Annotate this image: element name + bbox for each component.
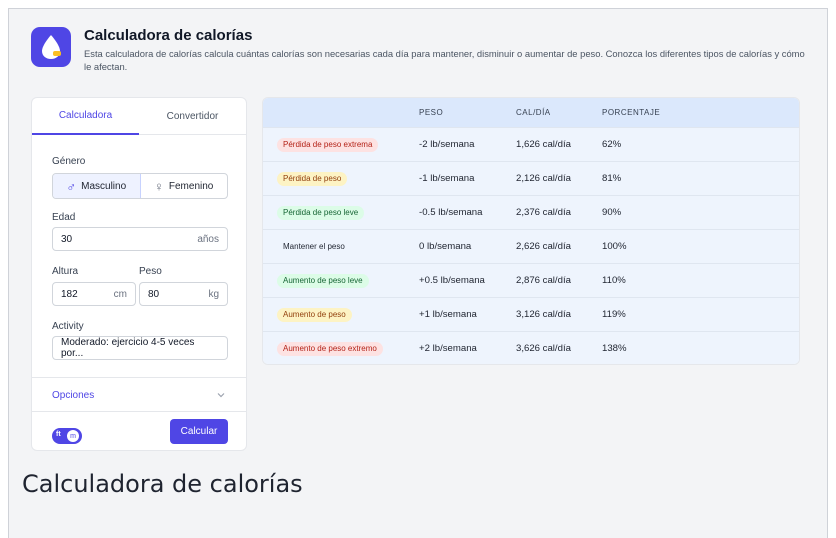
calories-cell: 2,626 cal/día bbox=[516, 241, 571, 252]
app-logo bbox=[31, 27, 71, 67]
table-row: Aumento de peso extremo +2 lb/semana 3,626… bbox=[263, 331, 799, 364]
tab-calculadora[interactable]: Calculadora bbox=[32, 98, 139, 135]
percentage-cell: 81% bbox=[602, 173, 622, 184]
drop-icon bbox=[42, 35, 61, 59]
unit-toggle-m: m bbox=[67, 430, 79, 442]
activity-value: Moderado: ejercicio 4-5 veces por... bbox=[61, 337, 195, 359]
table-row: Pérdida de peso leve -0.5 lb/semana 2,376 … bbox=[263, 195, 799, 229]
calculate-button[interactable]: Calcular bbox=[170, 419, 228, 444]
percentage-cell: 90% bbox=[602, 207, 622, 218]
gender-male-button[interactable]: ♂ Masculino bbox=[53, 174, 141, 198]
column-header-porcentaje: PORCENTAJE bbox=[602, 108, 661, 117]
unit-toggle[interactable]: ft m bbox=[52, 428, 82, 444]
calculator-form-panel: Calculadora Convertidor Género ♂ Masculi… bbox=[31, 97, 247, 451]
height-label: Altura bbox=[52, 266, 79, 277]
page-description: Esta calculadora de calorías calcula cuá… bbox=[84, 48, 805, 72]
height-unit: cm bbox=[113, 288, 127, 300]
table-header: PESO CAL/DÍA PORCENTAJE bbox=[263, 98, 799, 127]
weight-cell: +1 lb/semana bbox=[419, 309, 477, 320]
male-icon: ♂ bbox=[66, 178, 77, 194]
calories-cell: 2,876 cal/día bbox=[516, 275, 571, 286]
age-label: Edad bbox=[52, 212, 76, 223]
unit-toggle-ft: ft bbox=[56, 431, 61, 438]
height-value: 182 bbox=[61, 288, 78, 300]
gender-label: Género bbox=[52, 156, 86, 167]
weight-cell: +0.5 lb/semana bbox=[419, 275, 485, 286]
column-header-cal: CAL/DÍA bbox=[516, 108, 551, 117]
gender-female-button[interactable]: ♀ Femenino bbox=[141, 174, 228, 198]
percentage-cell: 138% bbox=[602, 343, 627, 354]
gender-male-label: Masculino bbox=[81, 180, 127, 192]
calories-cell: 1,626 cal/día bbox=[516, 139, 571, 150]
calories-cell: 2,126 cal/día bbox=[516, 173, 571, 184]
age-value: 30 bbox=[61, 233, 73, 245]
table-row: Pérdida de peso -1 lb/semana 2,126 cal/día… bbox=[263, 161, 799, 195]
gender-female-label: Femenino bbox=[168, 180, 214, 192]
height-field[interactable]: 182 cm bbox=[52, 282, 136, 306]
divider bbox=[32, 411, 246, 412]
weight-cell: -1 lb/semana bbox=[419, 173, 475, 184]
chevron-down-icon[interactable] bbox=[217, 391, 225, 399]
table-row: Aumento de peso +1 lb/semana 3,126 cal/día… bbox=[263, 297, 799, 331]
goal-badge: Pérdida de peso leve bbox=[277, 206, 365, 220]
weight-label: Peso bbox=[139, 266, 162, 277]
activity-label: Activity bbox=[52, 321, 84, 332]
tab-bar: Calculadora Convertidor bbox=[32, 98, 246, 135]
activity-select[interactable]: Moderado: ejercicio 4-5 veces por... bbox=[52, 336, 228, 360]
age-unit: años bbox=[197, 233, 219, 245]
goal-badge: Pérdida de peso bbox=[277, 172, 348, 186]
table-row: Mantener el peso 0 lb/semana 2,626 cal/día… bbox=[263, 229, 799, 263]
weight-field[interactable]: 80 kg bbox=[139, 282, 228, 306]
goal-badge: Aumento de peso leve bbox=[277, 274, 369, 288]
calories-cell: 3,626 cal/día bbox=[516, 343, 571, 354]
percentage-cell: 100% bbox=[602, 241, 627, 252]
goal-badge: Aumento de peso extremo bbox=[277, 342, 383, 356]
weight-value: 80 bbox=[148, 288, 160, 300]
tab-convertidor[interactable]: Convertidor bbox=[139, 98, 246, 135]
column-header-peso: PESO bbox=[419, 108, 444, 117]
goal-badge: Aumento de peso bbox=[277, 308, 352, 322]
calories-cell: 3,126 cal/día bbox=[516, 309, 571, 320]
goal-badge: Mantener el peso bbox=[283, 242, 345, 251]
table-row: Aumento de peso leve +0.5 lb/semana 2,876 … bbox=[263, 263, 799, 297]
footer-title: Calculadora de calorías bbox=[22, 470, 303, 498]
goal-badge: Pérdida de peso extrema bbox=[277, 138, 379, 152]
gender-selector: ♂ Masculino ♀ Femenino bbox=[52, 173, 228, 199]
weight-cell: -0.5 lb/semana bbox=[419, 207, 483, 218]
weight-unit: kg bbox=[208, 288, 219, 300]
results-table: PESO CAL/DÍA PORCENTAJE Pérdida de peso … bbox=[262, 97, 800, 365]
female-icon: ♀ bbox=[154, 178, 164, 194]
page-title: Calculadora de calorías bbox=[84, 27, 253, 44]
weight-cell: -2 lb/semana bbox=[419, 139, 475, 150]
weight-cell: +2 lb/semana bbox=[419, 343, 477, 354]
weight-cell: 0 lb/semana bbox=[419, 241, 472, 252]
percentage-cell: 62% bbox=[602, 139, 622, 150]
calories-cell: 2,376 cal/día bbox=[516, 207, 571, 218]
percentage-cell: 110% bbox=[602, 275, 626, 286]
calculator-app: Calculadora de calorías Esta calculadora… bbox=[10, 10, 816, 458]
age-field[interactable]: 30 años bbox=[52, 227, 228, 251]
options-toggle[interactable]: Opciones bbox=[52, 390, 94, 401]
percentage-cell: 119% bbox=[602, 309, 626, 320]
divider bbox=[32, 377, 246, 378]
table-row: Pérdida de peso extrema -2 lb/semana 1,626… bbox=[263, 127, 799, 161]
